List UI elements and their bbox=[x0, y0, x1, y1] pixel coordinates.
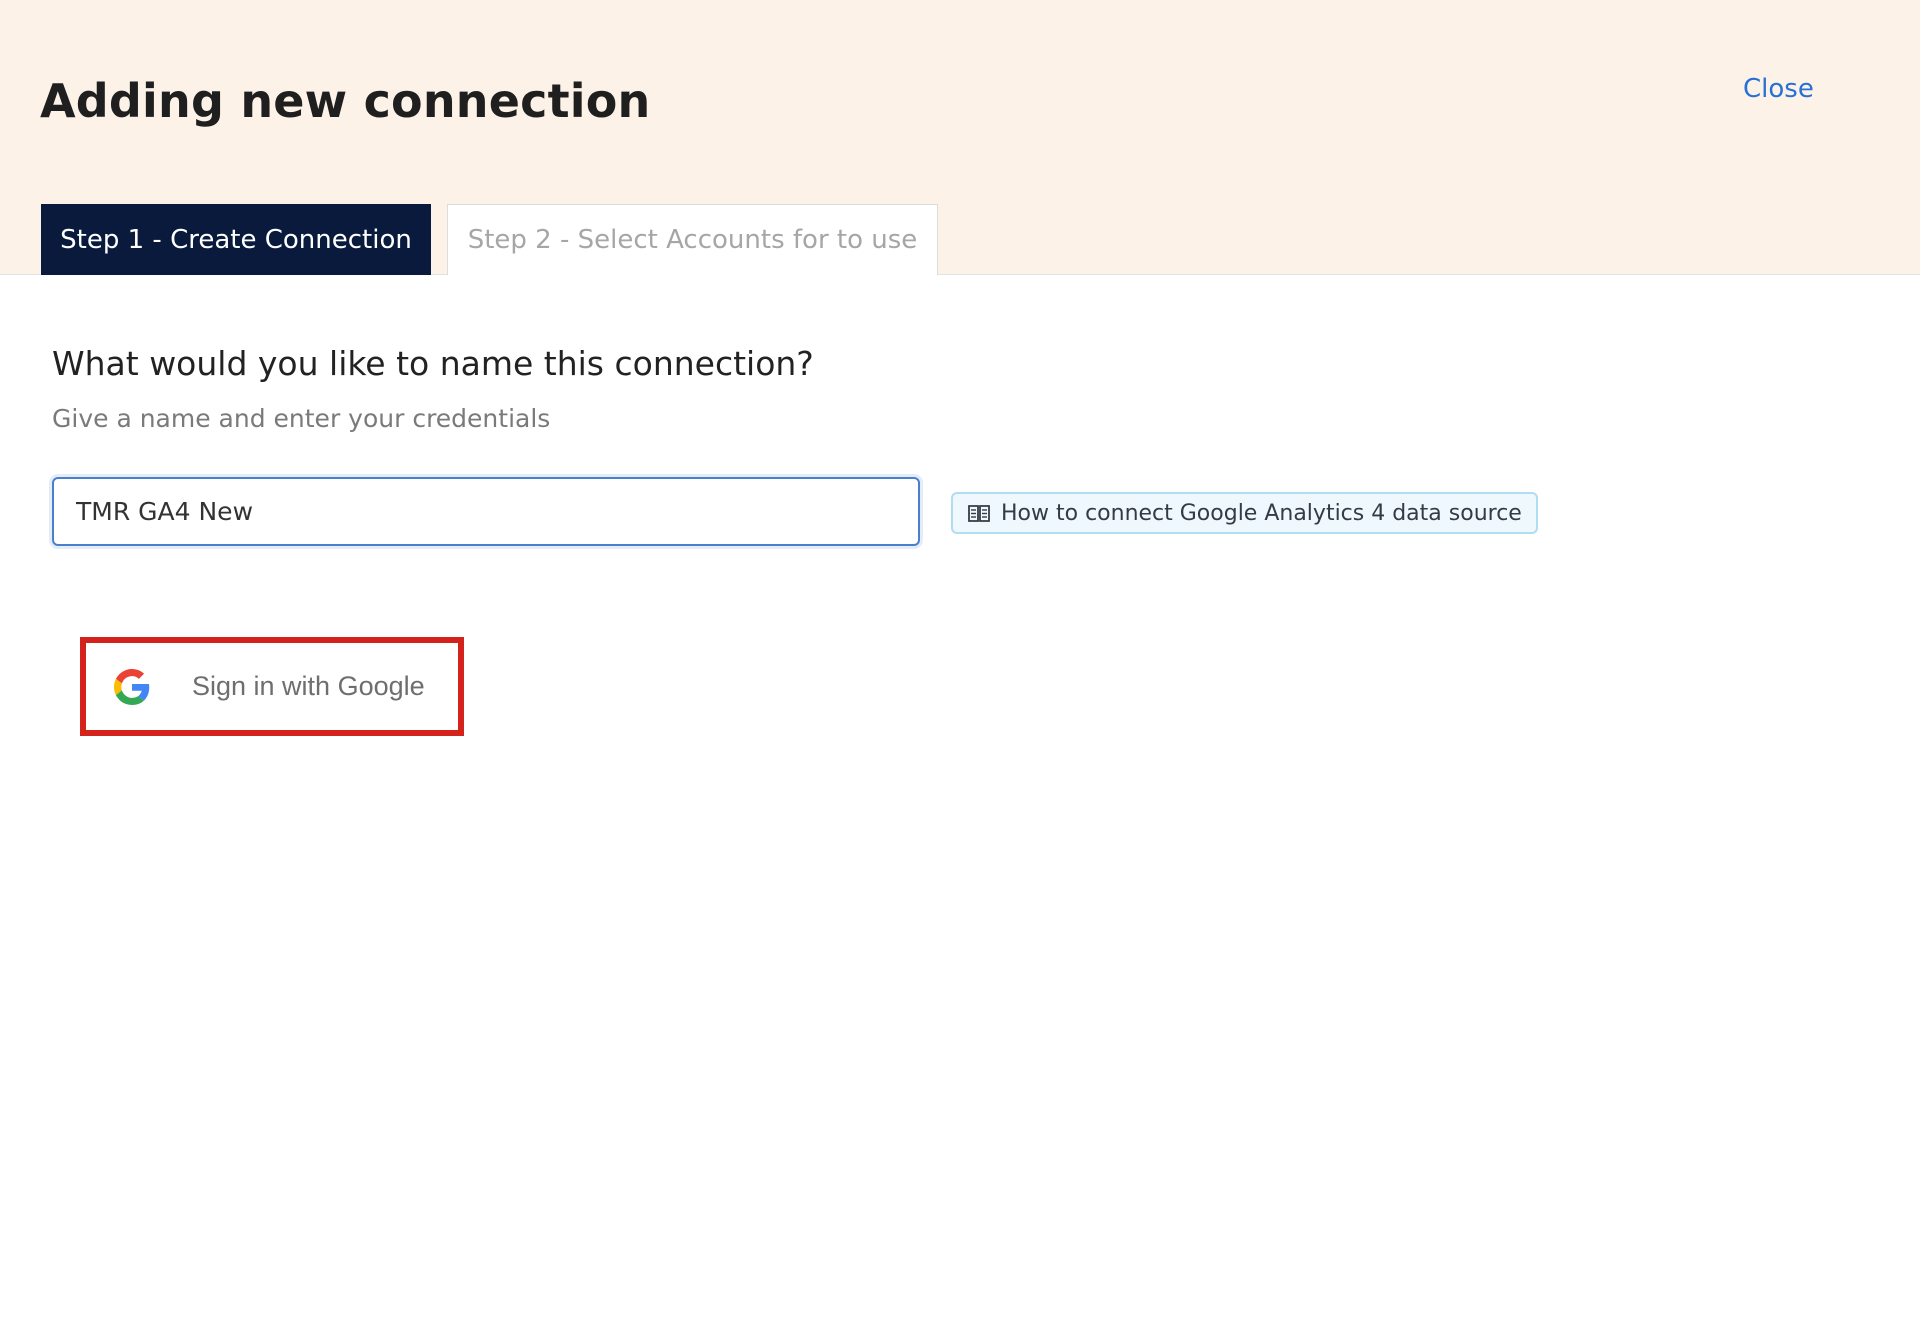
google-signin-button[interactable]: Sign in with Google bbox=[86, 643, 458, 730]
section-question: What would you like to name this connect… bbox=[52, 344, 814, 383]
help-docs-link[interactable]: How to connect Google Analytics 4 data s… bbox=[951, 492, 1538, 534]
tab-label: Step 1 - Create Connection bbox=[60, 224, 412, 255]
tab-step-1[interactable]: Step 1 - Create Connection bbox=[41, 204, 431, 275]
modal-header: Adding new connection Close Step 1 - Cre… bbox=[0, 0, 1920, 275]
page-title: Adding new connection bbox=[40, 74, 651, 128]
google-signin-label: Sign in with Google bbox=[192, 671, 425, 701]
tab-step-2[interactable]: Step 2 - Select Accounts for to use bbox=[447, 204, 938, 275]
google-icon bbox=[114, 668, 150, 705]
google-signin-highlight: Sign in with Google bbox=[80, 637, 464, 736]
connection-name-input[interactable] bbox=[52, 477, 920, 546]
tab-label: Step 2 - Select Accounts for to use bbox=[467, 225, 918, 255]
close-button[interactable]: Close bbox=[1743, 74, 1814, 104]
help-link-label: How to connect Google Analytics 4 data s… bbox=[1001, 500, 1522, 526]
section-subtitle: Give a name and enter your credentials bbox=[52, 404, 551, 433]
book-icon bbox=[967, 503, 991, 523]
